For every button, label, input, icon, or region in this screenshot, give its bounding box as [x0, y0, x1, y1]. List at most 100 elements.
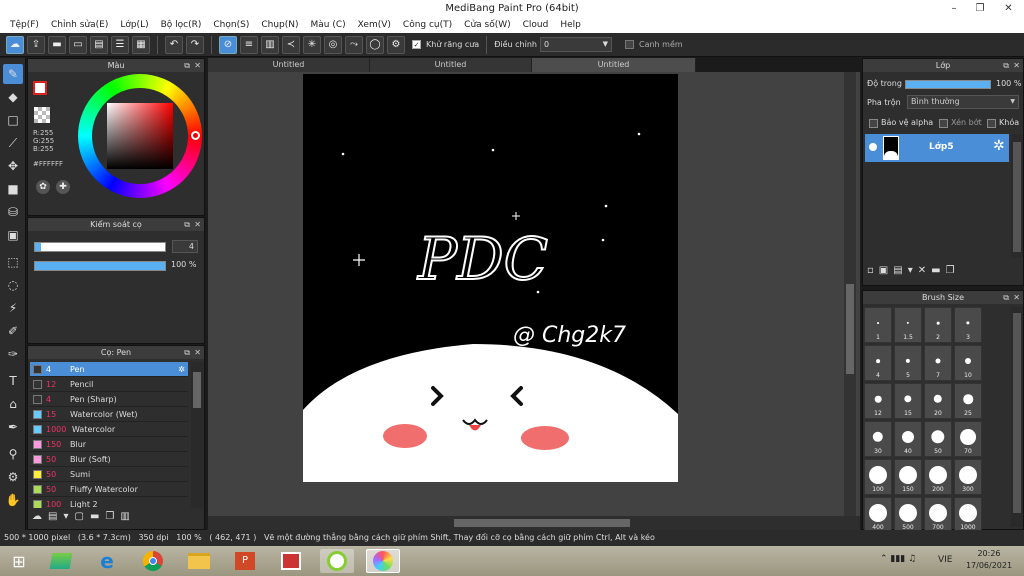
export-icon[interactable]: ⇪ — [27, 35, 45, 54]
powerpoint-icon[interactable]: P — [228, 549, 262, 573]
brush-size-cell[interactable]: 40 — [894, 421, 922, 457]
hue-wheel[interactable] — [78, 74, 202, 198]
tray-icons[interactable]: ⌃ ▮▮▮ ♫ — [880, 554, 916, 564]
brush-size-cell[interactable]: 5 — [894, 345, 922, 381]
saturation-value-square[interactable] — [107, 103, 173, 169]
layer-scrollbar[interactable] — [1011, 134, 1023, 258]
close-icon[interactable]: ✕ — [194, 346, 201, 359]
tab-untitled-2[interactable]: Untitled — [370, 58, 532, 72]
grid-snap-icon[interactable]: ▥ — [261, 35, 279, 54]
folder-icon[interactable]: ▬ — [90, 511, 99, 522]
brush-size-cell[interactable]: 400 — [864, 497, 892, 533]
rectangle-tool-icon[interactable]: □ — [3, 110, 23, 130]
undo-icon[interactable]: ↶ — [165, 35, 183, 54]
menu-file[interactable]: Tệp(F) — [4, 20, 45, 30]
file-explorer-icon[interactable] — [182, 549, 216, 573]
palette-icon[interactable]: ✿ — [36, 180, 50, 194]
brush-item-pen[interactable]: 4 Pen ✲ — [30, 362, 188, 377]
brush-size-cell[interactable]: 2 — [924, 307, 952, 343]
close-icon[interactable]: ✕ — [1013, 291, 1020, 304]
hue-marker[interactable] — [191, 131, 200, 140]
tab-untitled-1[interactable]: Untitled — [208, 58, 370, 72]
internet-explorer-icon[interactable]: e — [90, 549, 124, 573]
gear-icon[interactable]: ✲ — [178, 362, 185, 377]
brush-size-cell[interactable]: 7 — [924, 345, 952, 381]
brush-item-blur[interactable]: 150 Blur — [30, 437, 188, 452]
eraser-tool-icon[interactable]: ◆ — [3, 87, 23, 107]
add-layer-menu-icon[interactable]: ▾ — [908, 265, 913, 276]
scrollbar-thumb[interactable] — [193, 372, 201, 408]
scrollbar-thumb[interactable] — [1013, 313, 1021, 513]
brush-size-cell[interactable]: 300 — [954, 459, 982, 495]
menu-select[interactable]: Chọn(S) — [207, 20, 255, 30]
redo-icon[interactable]: ↷ — [186, 35, 204, 54]
menu-layer[interactable]: Lớp(L) — [114, 20, 154, 30]
layer-opacity-slider[interactable] — [905, 80, 991, 89]
brush-size-scrollbar[interactable] — [1011, 307, 1023, 527]
new-halftone-layer-icon[interactable]: ▣ — [879, 265, 888, 276]
drawing-canvas[interactable]: PDC @ Chg2k7 — [303, 74, 678, 482]
minimize-button[interactable]: – — [940, 0, 968, 17]
brush-size-cell[interactable]: 1 — [864, 307, 892, 343]
menu-capture[interactable]: Chụp(N) — [255, 20, 304, 30]
blend-mode-select[interactable]: Bình thường ▼ — [907, 95, 1019, 109]
float-icon[interactable]: ⧉ — [1003, 291, 1009, 304]
close-icon[interactable]: ✕ — [1013, 59, 1020, 72]
size-value[interactable]: 4 — [172, 240, 198, 253]
brush-size-cell[interactable]: 1000 — [954, 497, 982, 533]
gradient-tool-icon[interactable]: ▣ — [3, 225, 23, 245]
new-8bit-layer-icon[interactable]: ▤ — [893, 265, 902, 276]
move-tool-icon[interactable]: ✥ — [3, 156, 23, 176]
brush-size-cell[interactable]: 15 — [894, 383, 922, 419]
parallel-snap-icon[interactable]: ≡ — [240, 35, 258, 54]
maximize-button[interactable]: ❐ — [966, 0, 994, 17]
adjust-input[interactable]: 0 ▼ — [539, 37, 612, 52]
menu-color[interactable]: Màu (C) — [305, 20, 352, 30]
brush-size-cell[interactable]: 12 — [864, 383, 892, 419]
folder-icon[interactable]: ▬ — [931, 265, 940, 276]
text-tool-icon[interactable]: T — [3, 371, 23, 391]
protect-alpha-checkbox[interactable] — [869, 119, 878, 128]
horizontal-scrollbar[interactable] — [208, 516, 860, 530]
trash-icon[interactable]: ▥ — [120, 511, 129, 522]
close-icon[interactable]: ✕ — [194, 218, 201, 231]
duplicate-layer-icon[interactable]: ❐ — [946, 265, 955, 276]
comment-icon[interactable]: ▬ — [48, 35, 66, 54]
eyedropper-tool-icon[interactable]: ⚲ — [3, 444, 23, 464]
brush-item-light-2[interactable]: 100 Light 2 — [30, 497, 188, 508]
vertical-scrollbar-thumb[interactable] — [846, 284, 854, 374]
float-icon[interactable]: ⧉ — [184, 218, 190, 231]
new-layer-icon[interactable]: ▫ — [867, 265, 874, 276]
brush-size-cell[interactable]: 100 — [864, 459, 892, 495]
foreground-color-swatch[interactable] — [33, 81, 47, 95]
close-button[interactable]: ✕ — [993, 0, 1024, 17]
brush-item-blur-soft[interactable]: 50 Blur (Soft) — [30, 452, 188, 467]
curve-snap-icon[interactable]: ⤳ — [345, 35, 363, 54]
message-icon[interactable]: ▭ — [69, 35, 87, 54]
magic-wand-tool-icon[interactable]: ⚡ — [3, 298, 23, 318]
select-eraser-tool-icon[interactable]: ✑ — [3, 344, 23, 364]
fill-rect-tool-icon[interactable]: ■ — [3, 179, 23, 199]
close-icon[interactable]: ✕ — [194, 59, 201, 72]
page-icon[interactable]: ▦ — [132, 35, 150, 54]
eye-icon[interactable] — [869, 143, 877, 151]
medibang-icon[interactable] — [366, 549, 400, 573]
float-icon[interactable]: ⧉ — [184, 346, 190, 359]
clip-studio-icon[interactable] — [320, 549, 354, 573]
select-tool-icon[interactable]: ⬚ — [3, 252, 23, 272]
antialias-checkbox[interactable]: ✓ — [412, 40, 421, 49]
menu-cloud[interactable]: Cloud — [517, 20, 555, 30]
brush-size-cell[interactable]: 1.5 — [894, 307, 922, 343]
brush-tool-icon[interactable]: ✎ — [3, 64, 23, 84]
brush-item-pencil[interactable]: 12 Pencil — [30, 377, 188, 392]
brush-size-cell[interactable]: 150 — [894, 459, 922, 495]
horizontal-scrollbar-thumb[interactable] — [454, 519, 630, 527]
select-pen-tool-icon[interactable]: ✐ — [3, 321, 23, 341]
menu-filter[interactable]: Bộ lọc(R) — [155, 20, 208, 30]
menu-window[interactable]: Cửa số(W) — [458, 20, 516, 30]
line-tool-icon[interactable]: ⟋ — [3, 133, 23, 153]
lock-checkbox[interactable] — [987, 119, 996, 128]
float-icon[interactable]: ⧉ — [184, 59, 190, 72]
bluestacks-icon[interactable] — [44, 549, 78, 573]
palette-add-icon[interactable]: ✚ — [56, 180, 70, 194]
